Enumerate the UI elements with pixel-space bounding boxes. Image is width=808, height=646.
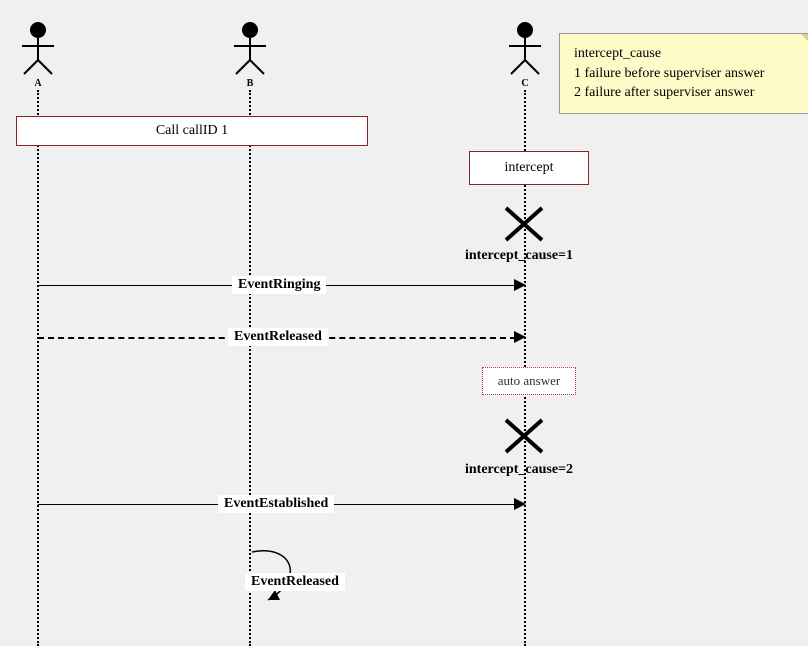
failure-cross-2 — [504, 418, 544, 454]
auto-answer-box: auto answer — [482, 367, 576, 395]
actor-c: C — [505, 20, 545, 89]
arrow-head-released — [514, 331, 526, 343]
note-line1: intercept_cause — [574, 44, 801, 64]
lifeline-a — [37, 90, 39, 646]
actor-a: A — [18, 20, 58, 89]
arrow-head-ringing — [514, 279, 526, 291]
call-group-label: Call callID 1 — [156, 123, 228, 138]
msg-event-released: EventReleased — [228, 328, 328, 346]
arrow-head-established — [514, 498, 526, 510]
note-line2: 1 failure before superviser answer — [574, 64, 801, 84]
call-group-box: Call callID 1 — [16, 116, 368, 146]
sequence-diagram: { "actors": { "a": "A", "b": "B", "c": "… — [0, 0, 808, 646]
msg-event-established: EventEstablished — [218, 495, 334, 513]
note-intercept-cause: intercept_cause 1 failure before supervi… — [559, 33, 808, 114]
intercept-cause-2-label: intercept_cause=2 — [465, 462, 573, 478]
note-line3: 2 failure after superviser answer — [574, 83, 801, 103]
actor-a-label: A — [18, 78, 58, 89]
actor-b-label: B — [230, 78, 270, 89]
actor-c-label: C — [505, 78, 545, 89]
actor-b: B — [230, 20, 270, 89]
intercept-box: intercept — [469, 151, 589, 185]
intercept-cause-1-label: intercept_cause=1 — [465, 248, 573, 264]
intercept-label: intercept — [505, 160, 554, 175]
msg-event-ringing: EventRinging — [232, 276, 326, 294]
msg-event-released-self: EventReleased — [245, 573, 345, 591]
failure-cross-1 — [504, 206, 544, 242]
auto-answer-label: auto answer — [498, 373, 560, 388]
